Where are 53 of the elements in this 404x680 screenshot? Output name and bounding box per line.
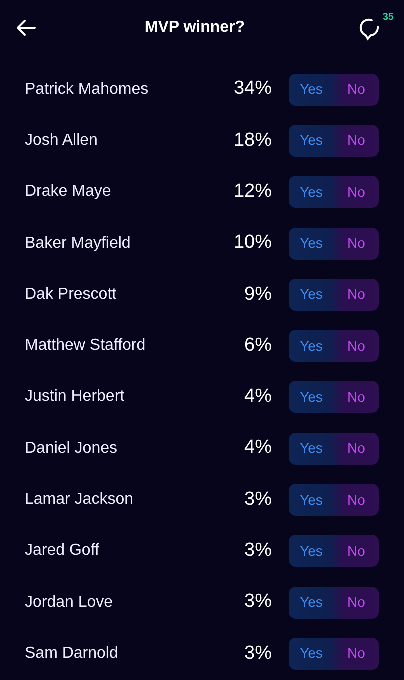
no-button[interactable]: No bbox=[334, 432, 379, 465]
yes-button[interactable]: Yes bbox=[289, 278, 334, 311]
yes-button[interactable]: Yes bbox=[289, 586, 334, 619]
yes-button[interactable]: Yes bbox=[289, 176, 334, 208]
no-button[interactable]: No bbox=[334, 484, 379, 516]
yes-button[interactable]: Yes bbox=[289, 330, 334, 362]
yes-button[interactable]: Yes bbox=[289, 124, 334, 157]
player-name: Patrick Mahomes bbox=[25, 80, 150, 100]
vote-percentage: 3% bbox=[244, 539, 272, 564]
player-name: Josh Allen bbox=[25, 130, 99, 151]
vote-percentage: 10% bbox=[232, 231, 272, 256]
no-button[interactable]: No bbox=[334, 278, 379, 311]
player-name: Jared Goff bbox=[25, 541, 100, 562]
yes-button[interactable]: Yes bbox=[289, 381, 334, 414]
player-name: Dak Prescott bbox=[25, 284, 118, 305]
vote-percentage: 9% bbox=[244, 282, 272, 307]
vote-percentage: 34% bbox=[232, 77, 272, 102]
vote-percentage: 4% bbox=[244, 385, 272, 410]
player-name: Sam Darnold bbox=[25, 644, 120, 664]
comment-icon bbox=[358, 17, 382, 41]
player-name: Baker Mayfield bbox=[25, 234, 132, 254]
yes-button[interactable]: Yes bbox=[289, 638, 334, 670]
player-name: Drake Maye bbox=[25, 182, 112, 202]
yes-button[interactable]: Yes bbox=[289, 228, 334, 260]
no-button[interactable]: No bbox=[334, 330, 379, 362]
vote-percentage: 4% bbox=[244, 436, 272, 460]
no-button[interactable]: No bbox=[334, 124, 379, 157]
yes-button[interactable]: Yes bbox=[289, 484, 334, 516]
vote-percentage: 12% bbox=[232, 180, 272, 204]
vote-percentage: 3% bbox=[244, 488, 272, 512]
no-button[interactable]: No bbox=[334, 586, 379, 619]
vote-percentage: 18% bbox=[232, 128, 272, 153]
player-name: Lamar Jackson bbox=[25, 490, 134, 510]
back-icon[interactable] bbox=[16, 19, 36, 37]
yes-button[interactable]: Yes bbox=[289, 432, 334, 465]
yes-button[interactable]: Yes bbox=[289, 535, 334, 568]
no-button[interactable]: No bbox=[334, 228, 379, 260]
no-button[interactable]: No bbox=[334, 381, 379, 414]
no-button[interactable]: No bbox=[334, 638, 379, 670]
page-title: MVP winner? bbox=[144, 18, 246, 38]
player-name: Daniel Jones bbox=[25, 438, 118, 459]
no-button[interactable]: No bbox=[334, 74, 379, 106]
player-name: Jordan Love bbox=[25, 592, 114, 613]
no-button[interactable]: No bbox=[334, 535, 379, 568]
comment-count: 35 bbox=[382, 12, 394, 24]
no-button[interactable]: No bbox=[334, 176, 379, 208]
vote-percentage: 3% bbox=[244, 642, 272, 666]
yes-button[interactable]: Yes bbox=[289, 74, 334, 106]
vote-percentage: 3% bbox=[244, 590, 272, 614]
comment-button[interactable]: 35 bbox=[354, 12, 394, 44]
player-name: Matthew Stafford bbox=[25, 336, 147, 356]
player-name: Justin Herbert bbox=[25, 387, 126, 408]
vote-percentage: 6% bbox=[244, 334, 272, 358]
